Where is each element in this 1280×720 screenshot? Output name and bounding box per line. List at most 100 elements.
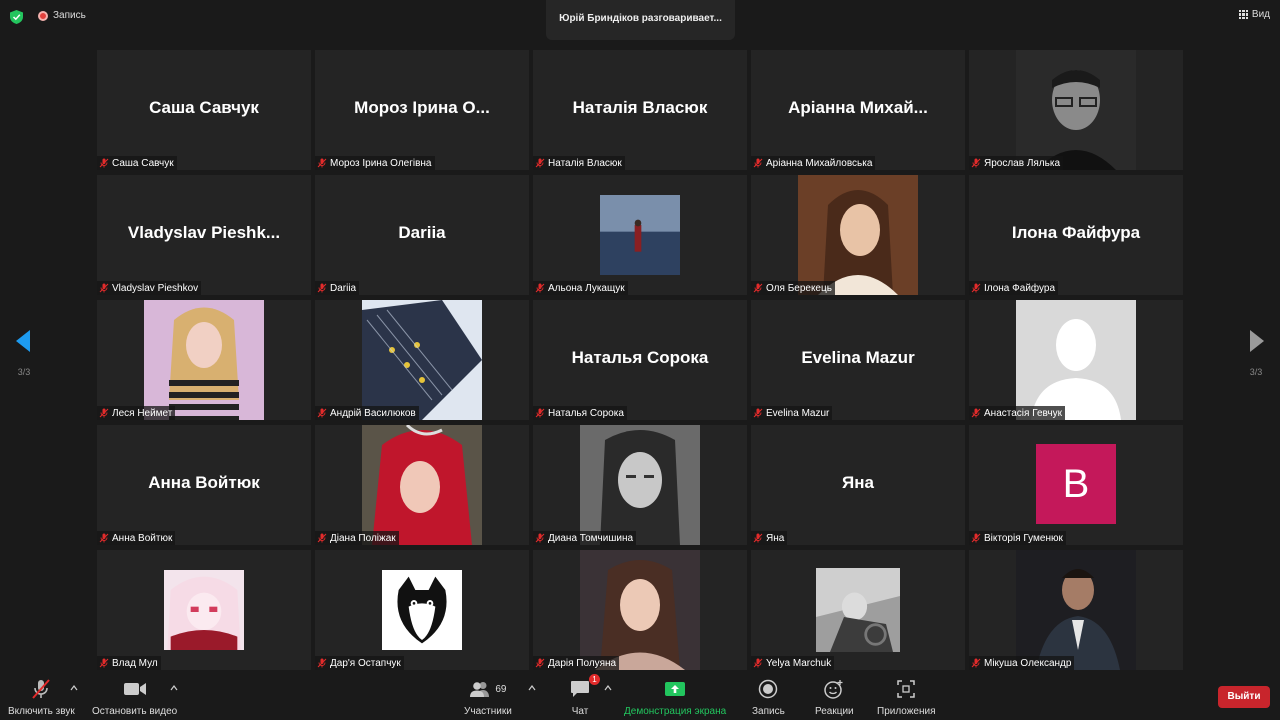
participant-tile[interactable]: Дар'я Остапчук [315,550,529,670]
participant-tile[interactable]: Андрій Василюков [315,300,529,420]
mic-muted-icon [317,533,327,543]
participant-tile[interactable]: Діана Поліжак [315,425,529,545]
participant-display-name: Ілона Файфура [1011,223,1141,242]
page-indicator-right: 3/3 [1249,367,1263,377]
participant-name: Ярослав Лялька [984,157,1061,169]
previous-page-button[interactable]: 3/3 [4,330,44,377]
participant-video [1016,300,1136,420]
participant-tile[interactable]: Dariia Dariia [315,175,529,295]
participant-tile[interactable]: Леся Неймет [97,300,311,420]
apps-button[interactable]: Приложения [877,678,936,717]
reactions-label: Реакции [815,706,854,717]
participant-video [362,300,482,420]
participant-name-label: Дар'я Остапчук [315,656,404,670]
top-bar: Запись Юрій Бриндіков разговаривает... В… [0,0,1280,40]
participant-name-label: Вікторія Гуменюк [969,531,1066,545]
mic-muted-icon [971,658,981,668]
participant-tile[interactable]: B Вікторія Гуменюк [969,425,1183,545]
participant-tile[interactable]: Vladyslav Pieshk... Vladyslav Pieshkov [97,175,311,295]
participant-name-label: Ілона Файфура [969,281,1059,295]
unmute-button[interactable]: Включить звук [8,678,75,717]
apps-label: Приложения [877,706,936,717]
next-page-button[interactable]: 3/3 [1236,330,1276,377]
participant-tile[interactable]: Мікуша Олександр [969,550,1183,670]
participant-tile[interactable]: Evelina Mazur Evelina Mazur [751,300,965,420]
participant-tile[interactable]: Анна Войтюк Анна Войтюк [97,425,311,545]
chat-caret-icon[interactable] [604,684,612,692]
view-button[interactable]: Вид [1238,9,1270,20]
participant-tile[interactable]: Влад Мул [97,550,311,670]
mic-muted-icon [753,533,763,543]
record-button[interactable]: Запись [752,678,785,717]
stop-video-button[interactable]: Остановить видео [92,678,177,717]
participants-count: 69 [495,683,507,695]
recording-indicator[interactable]: Запись [38,10,86,21]
meeting-toolbar: Включить звук Остановить видео 69 Участн… [0,674,1280,720]
share-screen-button[interactable]: Демонстрация экрана [624,678,726,717]
participant-video [1016,50,1136,170]
mic-muted-icon [971,158,981,168]
mic-muted-icon [971,283,981,293]
participant-tile[interactable]: Наталья Сорока Наталья Сорока [533,300,747,420]
participants-label: Участники [464,706,512,717]
leave-button[interactable]: Выйти [1218,686,1270,708]
participant-display-name: Анна Войтюк [148,473,260,492]
mic-muted-icon [753,658,763,668]
participant-name-label: Наталія Власюк [533,156,625,170]
participant-tile[interactable]: Аріанна Михай... Аріанна Михайловська [751,50,965,170]
mic-muted-icon [753,408,763,418]
participant-display-name: Наталья Сорока [571,348,709,367]
mic-muted-icon [317,658,327,668]
participant-name: Оля Берекець [766,282,832,294]
participant-name: Vladyslav Pieshkov [112,282,199,294]
record-icon [759,679,778,699]
participant-tile[interactable]: Саша Савчук Саша Савчук [97,50,311,170]
participant-tile[interactable]: Яна Яна [751,425,965,545]
audio-options-caret-icon[interactable] [70,684,78,692]
mic-muted-icon [753,283,763,293]
participant-name: Саша Савчук [112,157,174,169]
participant-tile[interactable]: Дарія Полуяна [533,550,747,670]
participant-name: Мороз Ірина Олегівна [330,157,432,169]
participant-name: Мікуша Олександр [984,657,1072,669]
participant-name: Dariia [330,282,357,294]
record-label: Запись [752,706,785,717]
video-options-caret-icon[interactable] [170,684,178,692]
chat-badge: 1 [589,674,600,685]
participant-tile[interactable]: Ілона Файфура Ілона Файфура [969,175,1183,295]
participant-name-label: Андрій Василюков [315,406,419,420]
participants-caret-icon[interactable] [528,684,536,692]
unmute-label: Включить звук [8,706,75,717]
participant-tile[interactable]: Диана Томчишина [533,425,747,545]
participant-name: Аріанна Михайловська [766,157,873,169]
participant-name: Дар'я Остапчук [330,657,401,669]
participants-button[interactable]: 69 Участники [464,678,512,717]
participant-name-label: Аріанна Михайловська [751,156,876,170]
participant-tile[interactable]: Оля Берекець [751,175,965,295]
participant-display-name: Саша Савчук [149,98,259,117]
participant-name: Дарія Полуяна [548,657,617,669]
participant-tile[interactable]: Ярослав Лялька [969,50,1183,170]
participant-video [144,300,264,420]
participant-name-label: Yelya Marchuk [751,656,835,670]
participant-initial-avatar: B [1036,444,1116,524]
participant-video [798,175,918,295]
participant-video [382,570,462,650]
reactions-button[interactable]: Реакции [815,678,854,717]
mic-muted-icon [535,408,545,418]
arrow-right-icon [1250,330,1264,352]
participant-name-label: Ярослав Лялька [969,156,1064,170]
participant-tile[interactable]: Мороз Ірина О... Мороз Ірина Олегівна [315,50,529,170]
record-dot-icon [38,10,48,21]
participant-video [816,568,900,652]
zoom-meeting-window: Запись Юрій Бриндіков разговаривает... В… [0,0,1280,720]
mic-muted-icon [753,158,763,168]
chat-button[interactable]: 1 Чат [570,674,600,717]
participant-tile[interactable]: Наталія Власюк Наталія Власюк [533,50,747,170]
participant-tile[interactable]: Yelya Marchuk [751,550,965,670]
participant-tile[interactable]: Альона Лукащук [533,175,747,295]
share-screen-label: Демонстрация экрана [624,706,727,717]
participant-name-label: Саша Савчук [97,156,177,170]
security-shield-icon[interactable] [10,10,23,24]
participant-tile[interactable]: Анастасія Гевчук [969,300,1183,420]
